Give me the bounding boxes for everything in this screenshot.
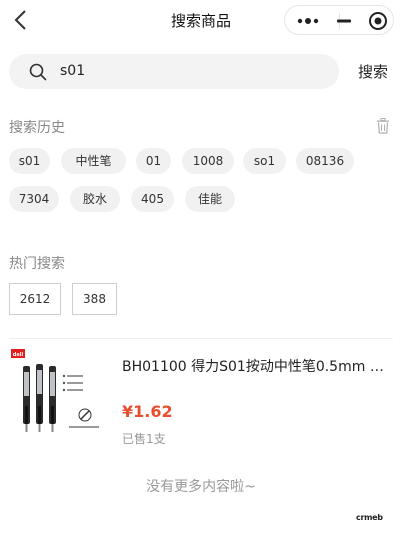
hot-chip[interactable]: 2612 [9, 283, 61, 315]
history-chip[interactable]: 405 [131, 186, 174, 212]
history-chip[interactable]: 08136 [296, 148, 354, 174]
target-icon[interactable] [368, 11, 388, 31]
history-chip[interactable]: 佳能 [185, 186, 235, 212]
mini-program-capsule [284, 5, 394, 35]
product-card[interactable]: deli BH01100 得力S01按动中性笔0.5mm 黑色 ¥1.62 已售… [9, 346, 393, 456]
product-name: BH01100 得力S01按动中性笔0.5mm 黑色 [122, 359, 392, 375]
search-input[interactable]: s01 [9, 54, 339, 89]
history-chip[interactable]: s01 [9, 148, 50, 174]
minus-icon[interactable] [335, 14, 353, 28]
section-divider [9, 338, 393, 339]
history-chip[interactable]: 胶水 [70, 186, 120, 212]
search-query: s01 [60, 63, 86, 79]
history-chip[interactable]: 中性笔 [61, 148, 126, 174]
brand-logo: crmeb [356, 513, 383, 522]
history-chip[interactable]: 7304 [9, 186, 59, 212]
search-icon [29, 63, 47, 81]
hot-chip[interactable]: 388 [72, 283, 117, 315]
product-image: deli [9, 346, 109, 446]
nav-bar: 搜索商品 [0, 0, 402, 40]
more-dots-icon[interactable] [297, 14, 319, 28]
trash-icon[interactable] [376, 118, 390, 134]
deli-logo: deli [13, 352, 24, 358]
history-chip[interactable]: 01 [136, 148, 171, 174]
search-button[interactable]: 搜索 [358, 61, 388, 82]
hot-title: 热门搜索 [9, 256, 65, 272]
history-chip[interactable]: so1 [243, 148, 286, 174]
history-chip[interactable]: 1008 [182, 148, 234, 174]
product-price: ¥1.62 [122, 402, 173, 421]
no-more-text: 没有更多内容啦~ [146, 479, 256, 495]
history-title: 搜索历史 [9, 120, 65, 136]
product-sold-count: 已售1支 [122, 432, 166, 446]
